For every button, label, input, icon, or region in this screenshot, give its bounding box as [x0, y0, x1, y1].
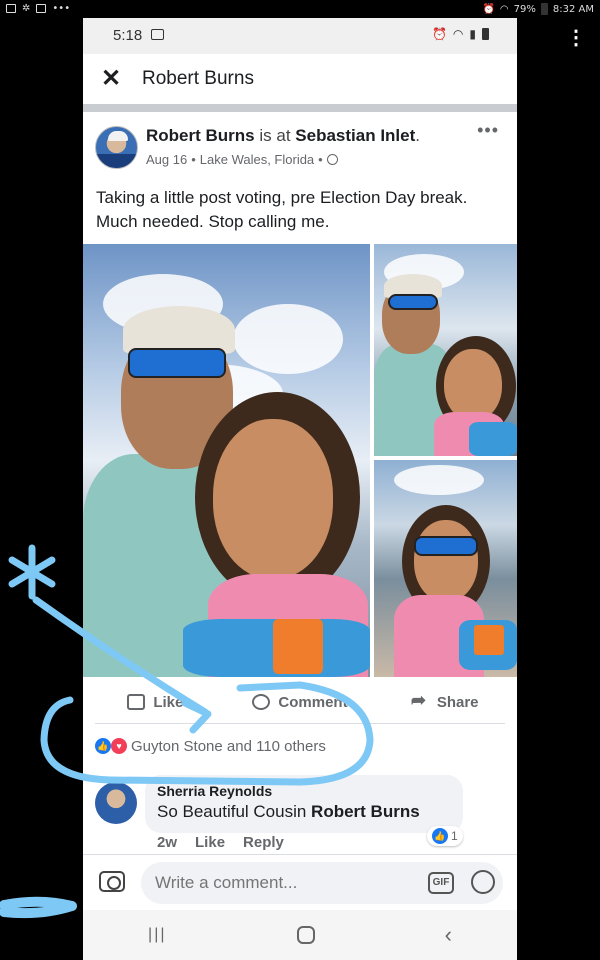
comment-age: 2w: [157, 834, 178, 851]
app-header: ✕ Robert Burns: [83, 54, 517, 104]
comment-label: Comment: [278, 693, 348, 711]
cell-signal-icon: ▮: [469, 27, 476, 41]
header-divider: [83, 104, 517, 112]
post-meta: Aug 16 • Lake Wales, Florida •: [146, 152, 338, 167]
redaction-scribble: [0, 896, 77, 919]
like-button[interactable]: Like: [83, 682, 228, 722]
overflow-menu-icon[interactable]: ⋮: [566, 28, 586, 48]
device-notification-icons: ✲ •••: [6, 3, 70, 14]
battery-percent: 79%: [513, 3, 536, 15]
comment-body: So Beautiful Cousin: [157, 802, 312, 821]
device-status-bar: ✲ ••• ⏰ ◠ 79% 8:32 AM: [0, 0, 600, 18]
post-author[interactable]: Robert Burns: [146, 126, 255, 145]
post-text: Taking a little post voting, pre Electio…: [96, 188, 468, 231]
like-reaction-icon: 👍: [95, 738, 111, 754]
asterisk-stroke: [8, 556, 56, 588]
post-location[interactable]: Sebastian Inlet: [295, 126, 415, 145]
phone-time: 5:18: [113, 27, 143, 44]
asterisk-stroke: [8, 556, 56, 588]
like-label: Like: [153, 693, 184, 711]
is-at-text: is at: [259, 126, 291, 145]
wifi-signal-icon: ◠: [452, 27, 464, 41]
globe-icon: [326, 154, 338, 165]
comment-text: So Beautiful Cousin Robert Burns: [157, 802, 451, 822]
avatar-band: [96, 154, 137, 168]
commenter-avatar[interactable]: [95, 782, 137, 824]
post-place: Lake Wales, Florida: [199, 152, 315, 167]
actions-divider: [95, 723, 505, 724]
author-avatar[interactable]: [95, 126, 138, 169]
device-status-icons: ⏰ ◠ 79% 8:32 AM: [482, 3, 594, 15]
post-header: Robert Burns is at Sebastian Inlet. Aug …: [83, 112, 517, 192]
home-icon[interactable]: [296, 926, 315, 944]
alarm-icon: ⏰: [431, 27, 447, 41]
comment-like-button[interactable]: Like: [195, 834, 225, 851]
avatar-cap: [108, 131, 128, 141]
gif-button[interactable]: GIF: [428, 872, 454, 894]
post-photo-main[interactable]: [83, 244, 370, 677]
reactions-text: Guyton Stone and 110 others: [131, 737, 326, 755]
more-notifications-icon: •••: [52, 3, 71, 14]
meta-dot: •: [191, 152, 196, 167]
post-photo-bottom-right[interactable]: [374, 460, 517, 677]
more-options-icon[interactable]: •••: [477, 120, 499, 141]
comment-button[interactable]: Comment: [228, 682, 373, 722]
comment-bubble-icon: [252, 694, 271, 710]
phone-status-icons: ⏰ ◠ ▮: [432, 27, 489, 41]
comment-reaction-count[interactable]: 👍 1: [427, 826, 463, 846]
camera-icon[interactable]: [99, 871, 125, 892]
post-photo-top-right[interactable]: [374, 244, 517, 456]
page-title: Robert Burns: [142, 68, 254, 89]
mail-notification-icon: [36, 4, 47, 13]
post-date[interactable]: Aug 16: [146, 152, 187, 167]
recent-apps-icon[interactable]: |||: [148, 926, 166, 944]
close-icon[interactable]: ✕: [101, 64, 121, 93]
settings-notification-icon: ✲: [22, 3, 31, 14]
comment-composer: GIF: [83, 854, 517, 910]
comment-bubble: Sherria Reynolds So Beautiful Cousin Rob…: [145, 775, 463, 833]
comment-meta: 2w Like Reply: [157, 834, 284, 851]
thumbs-up-icon: [127, 694, 146, 710]
share-arrow-icon: [411, 690, 429, 711]
back-icon[interactable]: ‹: [445, 922, 452, 948]
share-button[interactable]: Share: [372, 682, 517, 722]
post-actions: Like Comment Share: [83, 682, 517, 722]
comment-author[interactable]: Sherria Reynolds: [157, 783, 451, 799]
like-reaction-icon: 👍: [432, 828, 448, 844]
comment-mention[interactable]: Robert Burns: [311, 802, 420, 821]
gallery-icon: [151, 29, 164, 40]
gallery-notification-icon: [6, 4, 16, 13]
battery-icon: [540, 3, 548, 15]
phone-status-bar: 5:18 ⏰ ◠ ▮: [83, 18, 517, 54]
reactions-summary[interactable]: 👍 ♥ Guyton Stone and 110 others: [95, 734, 326, 758]
location-suffix: .: [415, 126, 420, 145]
device-time: 8:32 AM: [552, 3, 594, 15]
meta-dot: •: [318, 152, 323, 167]
love-reaction-icon: ♥: [111, 738, 127, 754]
wifi-icon: ◠: [499, 3, 509, 15]
android-nav-bar: ||| ‹: [83, 910, 517, 960]
post-author-line: Robert Burns is at Sebastian Inlet.: [146, 126, 420, 146]
comment-reply-button[interactable]: Reply: [243, 834, 284, 851]
phone-screen: 5:18 ⏰ ◠ ▮ ✕ Robert Burns Robert Burns i…: [83, 18, 517, 960]
comment-reaction-number: 1: [451, 829, 458, 843]
battery-icon: [482, 28, 489, 40]
emoji-icon[interactable]: [471, 870, 495, 894]
share-label: Share: [436, 693, 479, 711]
alarm-icon: ⏰: [482, 3, 495, 15]
